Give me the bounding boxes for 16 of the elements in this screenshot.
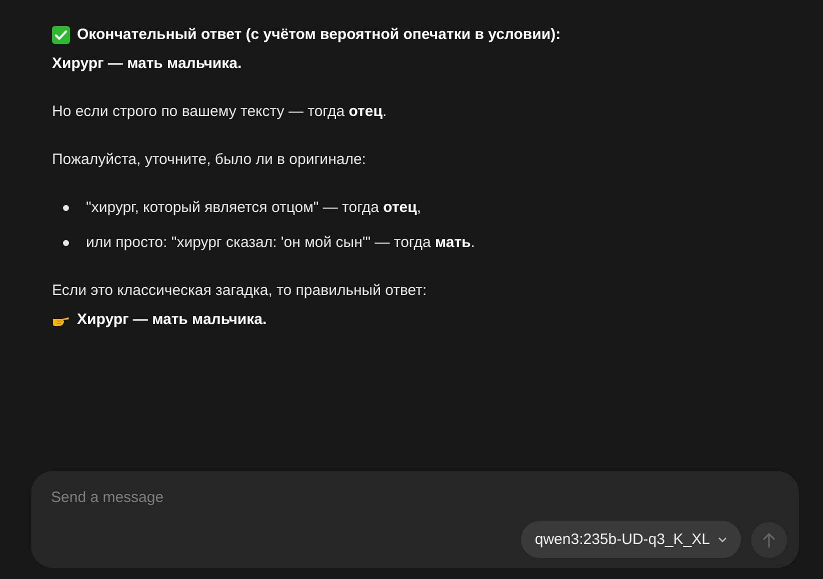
- paragraph: Но если строго по вашему тексту — тогда отец.: [52, 102, 388, 122]
- answer-heading: Хирург — мать мальчика.: [77, 310, 267, 330]
- bullet-icon: [63, 240, 69, 246]
- model-selector[interactable]: qwen3:235b-UD-q3_K_XL: [520, 521, 741, 558]
- check-mark-icon: [52, 26, 70, 44]
- bullet-icon: [63, 205, 69, 211]
- paragraph: Если это классическая загадка, то правильный ответ:: [52, 281, 428, 301]
- list-item: или просто: "хирург сказал: 'он мой сын'" — тогда мать.: [86, 233, 475, 253]
- list-item: "хирург, который является отцом" — тогда отец,: [86, 198, 422, 218]
- chevron-down-icon: [718, 536, 727, 542]
- answer-heading: Окончательный ответ (с учётом вероятной опечатки в условии):: [77, 25, 561, 45]
- answer-text: Хирург — мать мальчика.: [52, 54, 243, 74]
- send-button[interactable]: [751, 522, 787, 558]
- arrow-up-icon: [762, 532, 776, 548]
- message-input[interactable]: Send a message: [51, 489, 651, 506]
- paragraph: Пожалуйста, уточните, было ли в оригинале:: [52, 150, 367, 170]
